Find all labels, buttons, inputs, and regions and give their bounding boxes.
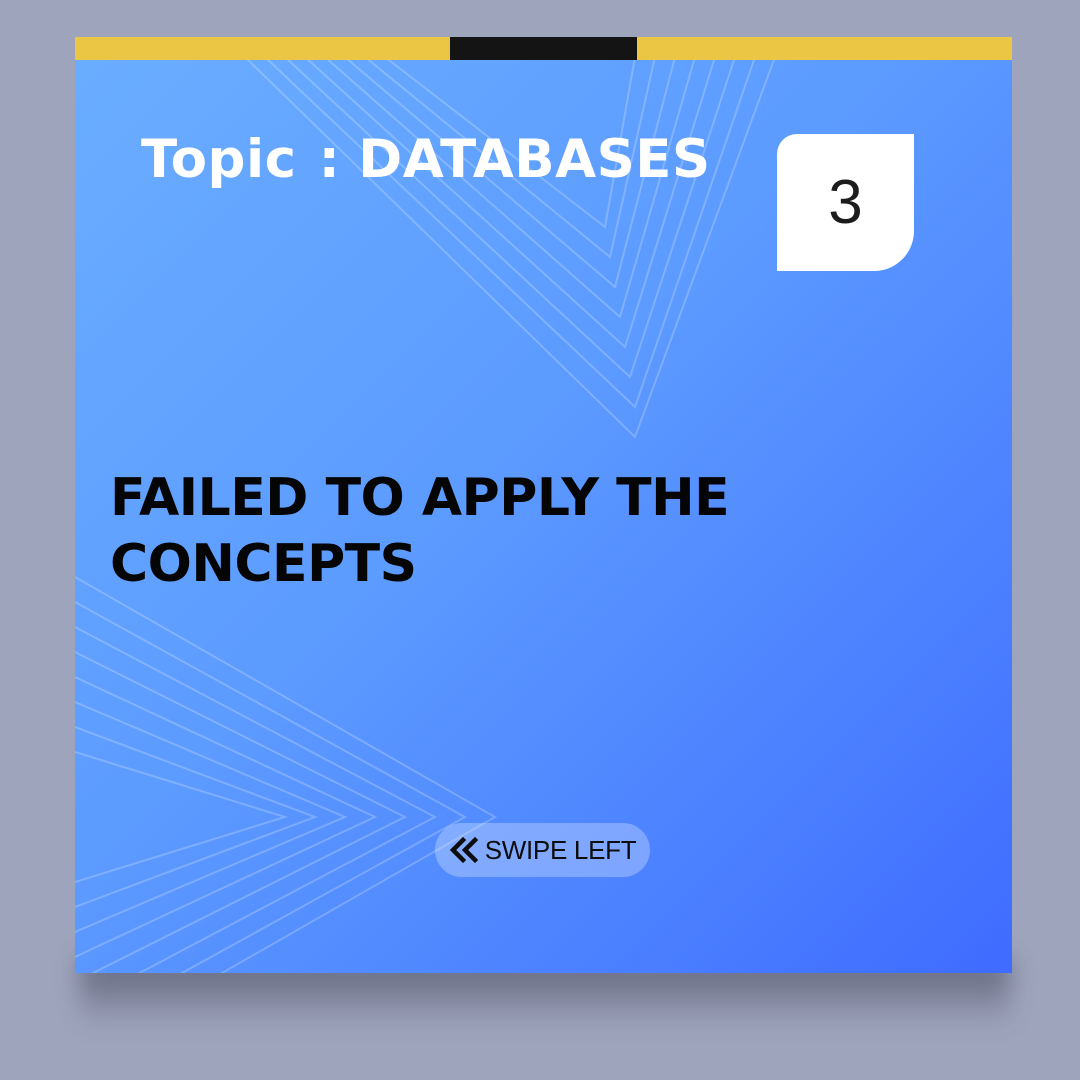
slide-card: Topic: DATABASES 3 FAILED TO APPLY THE CO… [75,37,1012,973]
progress-segment [262,37,450,60]
progress-segment-active [449,37,638,60]
progress-segment [637,37,825,60]
progress-segment [75,37,263,60]
topic-title: Topic: DATABASES [141,129,711,190]
double-chevron-left-icon [449,836,478,864]
topic-name: DATABASES [358,129,711,190]
slide-number-badge: 3 [777,134,914,271]
progress-segment [824,37,1012,60]
slide-headline: FAILED TO APPLY THE CONCEPTS [110,468,730,594]
topic-separator: : [318,129,341,190]
swipe-left-button[interactable]: SWIPE LEFT [435,823,650,877]
topic-prefix: Topic [141,129,297,190]
slide-progress-bar [75,37,1012,60]
swipe-left-label: SWIPE LEFT [484,834,637,865]
slide-number: 3 [828,168,863,237]
